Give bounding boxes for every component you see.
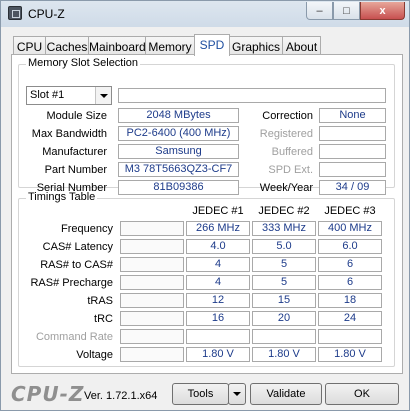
timing-cell: 6 (318, 257, 382, 272)
correction-label: Correction (262, 110, 313, 122)
registered-value (319, 126, 386, 141)
timing-cell: 1.80 V (252, 347, 316, 362)
title-bar[interactable]: CPU-Z – □ x (1, 1, 409, 27)
timing-cell: 15 (252, 293, 316, 308)
timing-cell (120, 221, 184, 236)
registered-label: Registered (259, 128, 313, 140)
close-button[interactable]: x (360, 2, 405, 20)
tab-memory[interactable]: Memory (145, 36, 195, 55)
part-number-label: Part Number (44, 164, 107, 176)
tab-cpu[interactable]: CPU (13, 36, 46, 55)
timing-cell: 6.0 (318, 239, 382, 254)
tab-caches[interactable]: Caches (45, 36, 89, 55)
memory-slot-group: Memory Slot Selection Slot #1 Module Siz… (18, 57, 395, 195)
timing-cell: 12 (186, 293, 250, 308)
timing-cell (120, 275, 184, 290)
spd-ext-label: SPD Ext. (268, 164, 313, 176)
memory-slot-group-title: Memory Slot Selection (26, 57, 141, 69)
manufacturer-value: Samsung (118, 144, 239, 159)
timing-row-label: Frequency (61, 223, 113, 235)
timing-cell: 1.80 V (186, 347, 250, 362)
cpu-z-app-icon (8, 6, 22, 20)
timing-cell (120, 329, 184, 344)
timings-column-header: JEDEC #3 (324, 205, 376, 217)
timing-row-label: tRAS (87, 295, 113, 307)
timing-row-label: RAS# Precharge (30, 277, 113, 289)
timing-cell: 4 (186, 275, 250, 290)
spd-ext-value (319, 162, 386, 177)
ok-button[interactable]: OK (325, 383, 399, 405)
timings-column-header: JEDEC #2 (258, 205, 310, 217)
tab-about[interactable]: About (282, 36, 321, 55)
serial-number-value: 81B09386 (118, 180, 239, 195)
timing-row-label: Voltage (76, 349, 113, 361)
timing-cell: 6 (318, 275, 382, 290)
timing-cell: 1.80 V (318, 347, 382, 362)
timing-cell (120, 293, 184, 308)
timing-cell: 333 MHz (252, 221, 316, 236)
timing-cell: 16 (186, 311, 250, 326)
buffered-label: Buffered (271, 146, 313, 158)
slot-select-value: Slot #1 (30, 89, 65, 101)
manufacturer-label: Manufacturer (42, 146, 107, 158)
timing-cell (120, 257, 184, 272)
timing-cell: 4 (186, 257, 250, 272)
timing-cell (120, 311, 184, 326)
module-size-value: 2048 MBytes (118, 108, 239, 123)
tab-graphics[interactable]: Graphics (229, 36, 283, 55)
timings-group-title: Timings Table (26, 191, 98, 203)
timing-cell: 400 MHz (318, 221, 382, 236)
correction-value: None (319, 108, 386, 123)
cpu-z-window: CPU-Z – □ x CPU Caches Mainboard Memory SPD G… (0, 0, 410, 411)
timings-group: Timings Table JEDEC #1 JEDEC #2 JEDEC #3 Fr… (18, 191, 395, 367)
part-number-value: M3 78T5663QZ3-CF7 (118, 162, 239, 177)
memory-type-value (118, 88, 386, 103)
timing-cell: 5 (252, 275, 316, 290)
tools-button[interactable]: Tools (172, 383, 229, 405)
timing-cell: 4.0 (186, 239, 250, 254)
timing-row-label: Command Rate (35, 331, 113, 343)
timing-cell (252, 329, 316, 344)
slot-select[interactable]: Slot #1 (26, 86, 112, 105)
timing-cell: 24 (318, 311, 382, 326)
max-bandwidth-value: PC2-6400 (400 MHz) (118, 126, 239, 141)
week-year-label: Week/Year (259, 182, 313, 194)
timing-cell: 18 (318, 293, 382, 308)
tab-spd[interactable]: SPD (194, 34, 230, 56)
timing-cell: 20 (252, 311, 316, 326)
window-controls: – □ x (306, 2, 405, 20)
timing-row-label: RAS# to CAS# (40, 259, 113, 271)
spd-panel: Memory Slot Selection Slot #1 Module Siz… (11, 54, 403, 374)
timing-cell (318, 329, 382, 344)
timing-cell: 5 (252, 257, 316, 272)
timing-cell: 266 MHz (186, 221, 250, 236)
max-bandwidth-label: Max Bandwidth (31, 128, 107, 140)
chevron-down-icon[interactable] (95, 87, 111, 104)
version-text: Ver. 1.72.1.x64 (84, 390, 158, 402)
week-year-value: 34 / 09 (319, 180, 386, 195)
timing-cell (120, 347, 184, 362)
timing-row-label: tRC (94, 313, 113, 325)
window-title: CPU-Z (28, 7, 65, 21)
timing-cell: 5.0 (252, 239, 316, 254)
tab-mainboard[interactable]: Mainboard (88, 36, 146, 55)
tools-dropdown-button[interactable] (228, 383, 246, 405)
timing-cell (186, 329, 250, 344)
buffered-value (319, 144, 386, 159)
validate-button[interactable]: Validate (250, 383, 322, 405)
timings-column-header: JEDEC #1 (192, 205, 244, 217)
module-size-label: Module Size (46, 110, 107, 122)
cpu-z-logo: CPU-Z (11, 382, 85, 406)
timing-cell (120, 239, 184, 254)
maximize-button[interactable]: □ (333, 2, 360, 20)
minimize-button[interactable]: – (306, 2, 333, 20)
timing-row-label: CAS# Latency (42, 241, 113, 253)
